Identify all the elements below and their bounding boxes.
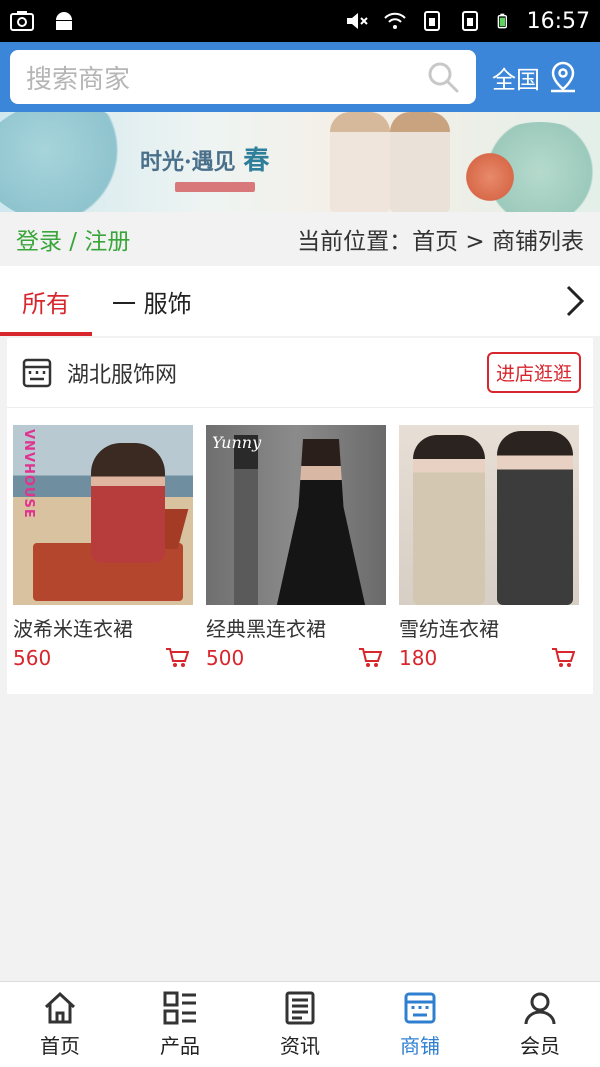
home-icon <box>44 991 76 1024</box>
nav-label: 产品 <box>160 1034 200 1058</box>
product-image[interactable] <box>399 425 579 605</box>
location-pin-icon <box>551 61 575 93</box>
shop-card: 湖北服饰网 进店逛逛 VNVHOUSE 波希米连衣裙 560 Yunny 经典黑… <box>7 338 593 694</box>
banner-title: 时光·遇见 春 <box>140 140 269 177</box>
shop-name: 湖北服饰网 <box>67 362 178 388</box>
product-image[interactable]: Yunny <box>206 425 386 605</box>
tab-all[interactable]: 所有 <box>0 266 92 336</box>
nav-item-stores[interactable]: 商铺 <box>360 982 480 1067</box>
tab-apparel[interactable]: 一 服饰 <box>92 266 212 336</box>
nav-item-news[interactable]: 资讯 <box>240 982 360 1067</box>
chevron-right-icon <box>566 285 585 317</box>
store-icon <box>404 992 436 1024</box>
banner-title-accent: 春 <box>243 146 270 176</box>
region-selector[interactable]: 全国 <box>492 60 578 95</box>
nav-item-products[interactable]: 产品 <box>120 982 240 1067</box>
image-model <box>91 443 165 563</box>
banner-flower-decoration <box>460 152 520 202</box>
android-icon <box>56 12 72 30</box>
status-bar: 16:57 <box>0 0 600 42</box>
image-brand-text: VNVHOUSE <box>21 429 36 519</box>
tab-label: 一 服饰 <box>112 289 192 318</box>
product-card[interactable]: Yunny 经典黑连衣裙 500 <box>206 425 386 670</box>
search-input[interactable]: 搜索商家 <box>10 50 476 104</box>
banner-model-image <box>330 112 390 212</box>
bottom-nav: 首页 产品 资讯 商铺 会员 <box>0 981 600 1067</box>
user-icon <box>524 992 556 1025</box>
visit-shop-button[interactable]: 进店逛逛 <box>486 352 581 393</box>
shop-header[interactable]: 湖北服饰网 进店逛逛 <box>7 338 593 408</box>
product-price: 500 <box>206 646 245 670</box>
tabs-more-button[interactable] <box>550 266 600 336</box>
login-register-link[interactable]: 登录 / 注册 <box>16 222 130 256</box>
clock-time: 16:57 <box>526 8 590 34</box>
promo-banner[interactable]: 时光·遇见 春 <box>0 112 600 212</box>
nav-item-home[interactable]: 首页 <box>0 982 120 1067</box>
banner-model-image <box>390 112 450 212</box>
sim-signal-icon <box>461 11 478 31</box>
product-image[interactable]: VNVHOUSE <box>13 425 193 605</box>
search-placeholder: 搜索商家 <box>26 64 131 95</box>
battery-icon <box>497 13 507 29</box>
grid-list-icon <box>163 991 196 1025</box>
banner-title-main: 时光·遇见 <box>140 149 236 175</box>
store-icon <box>22 358 52 387</box>
nav-label: 商铺 <box>400 1034 440 1058</box>
image-model <box>497 431 573 605</box>
screenshot-icon <box>10 11 34 31</box>
product-name: 经典黑连衣裙 <box>206 617 326 641</box>
image-model <box>413 435 485 605</box>
tab-label: 所有 <box>22 289 70 318</box>
wifi-icon <box>383 12 406 29</box>
product-list: VNVHOUSE 波希米连衣裙 560 Yunny 经典黑连衣裙 500 雪纺连… <box>7 408 593 670</box>
nav-label: 首页 <box>40 1034 80 1058</box>
news-icon <box>285 991 315 1025</box>
image-brand-text: Yunny <box>212 433 262 452</box>
mute-icon <box>346 13 368 29</box>
product-card[interactable]: VNVHOUSE 波希米连衣裙 560 <box>13 425 193 670</box>
product-price: 560 <box>13 646 52 670</box>
region-label: 全国 <box>492 65 540 94</box>
product-card[interactable]: 雪纺连衣裙 180 <box>399 425 579 670</box>
banner-leaf-decoration <box>0 112 140 212</box>
category-tabs: 所有 一 服饰 <box>0 266 600 336</box>
image-model <box>276 439 366 605</box>
cart-icon[interactable] <box>358 647 382 669</box>
image-light-stand <box>234 435 258 605</box>
product-price: 180 <box>399 646 438 670</box>
sim-signal-icon <box>423 11 440 31</box>
cart-icon[interactable] <box>551 647 575 669</box>
nav-item-member[interactable]: 会员 <box>480 982 600 1067</box>
banner-sub-tag <box>175 182 255 192</box>
breadcrumb: 当前位置：首页 > 商铺列表 <box>297 229 584 255</box>
breadcrumb-row: 登录 / 注册 当前位置：首页 > 商铺列表 <box>0 212 600 266</box>
product-name: 雪纺连衣裙 <box>399 617 499 641</box>
header-bar: 搜索商家 全国 <box>0 42 600 112</box>
product-name: 波希米连衣裙 <box>13 617 133 641</box>
cart-icon[interactable] <box>165 647 189 669</box>
search-icon[interactable] <box>426 60 460 94</box>
nav-label: 会员 <box>520 1034 560 1058</box>
nav-label: 资讯 <box>280 1034 320 1058</box>
